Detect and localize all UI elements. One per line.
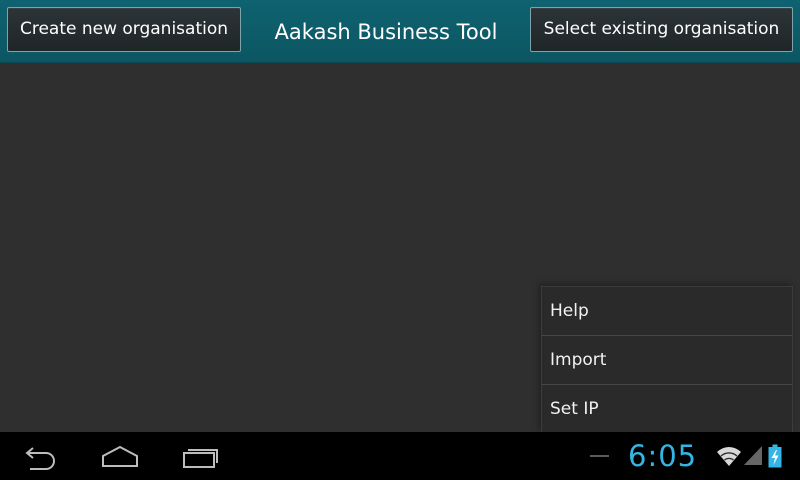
create-organisation-button[interactable]: Create new organisation: [7, 7, 241, 52]
menu-item-help[interactable]: Help: [542, 287, 792, 336]
menu-item-set-ip[interactable]: Set IP: [542, 385, 792, 432]
options-menu: Help Import Set IP: [541, 286, 793, 432]
action-bar: Create new organisation Aakash Business …: [0, 0, 800, 63]
signal-icon: [744, 446, 762, 465]
home-icon[interactable]: [100, 441, 140, 471]
select-organisation-button[interactable]: Select existing organisation: [530, 7, 793, 52]
system-navigation-bar: 6:05: [0, 432, 800, 480]
menu-item-import[interactable]: Import: [542, 336, 792, 385]
back-icon[interactable]: [20, 441, 60, 471]
notification-indicator[interactable]: [590, 455, 609, 457]
status-clock[interactable]: 6:05: [628, 432, 697, 480]
wifi-icon: [717, 447, 741, 466]
battery-charging-icon: [768, 444, 782, 468]
app-title: Aakash Business Tool: [274, 20, 498, 44]
app-screen: Create new organisation Aakash Business …: [0, 0, 800, 480]
recent-apps-icon[interactable]: [180, 441, 220, 471]
